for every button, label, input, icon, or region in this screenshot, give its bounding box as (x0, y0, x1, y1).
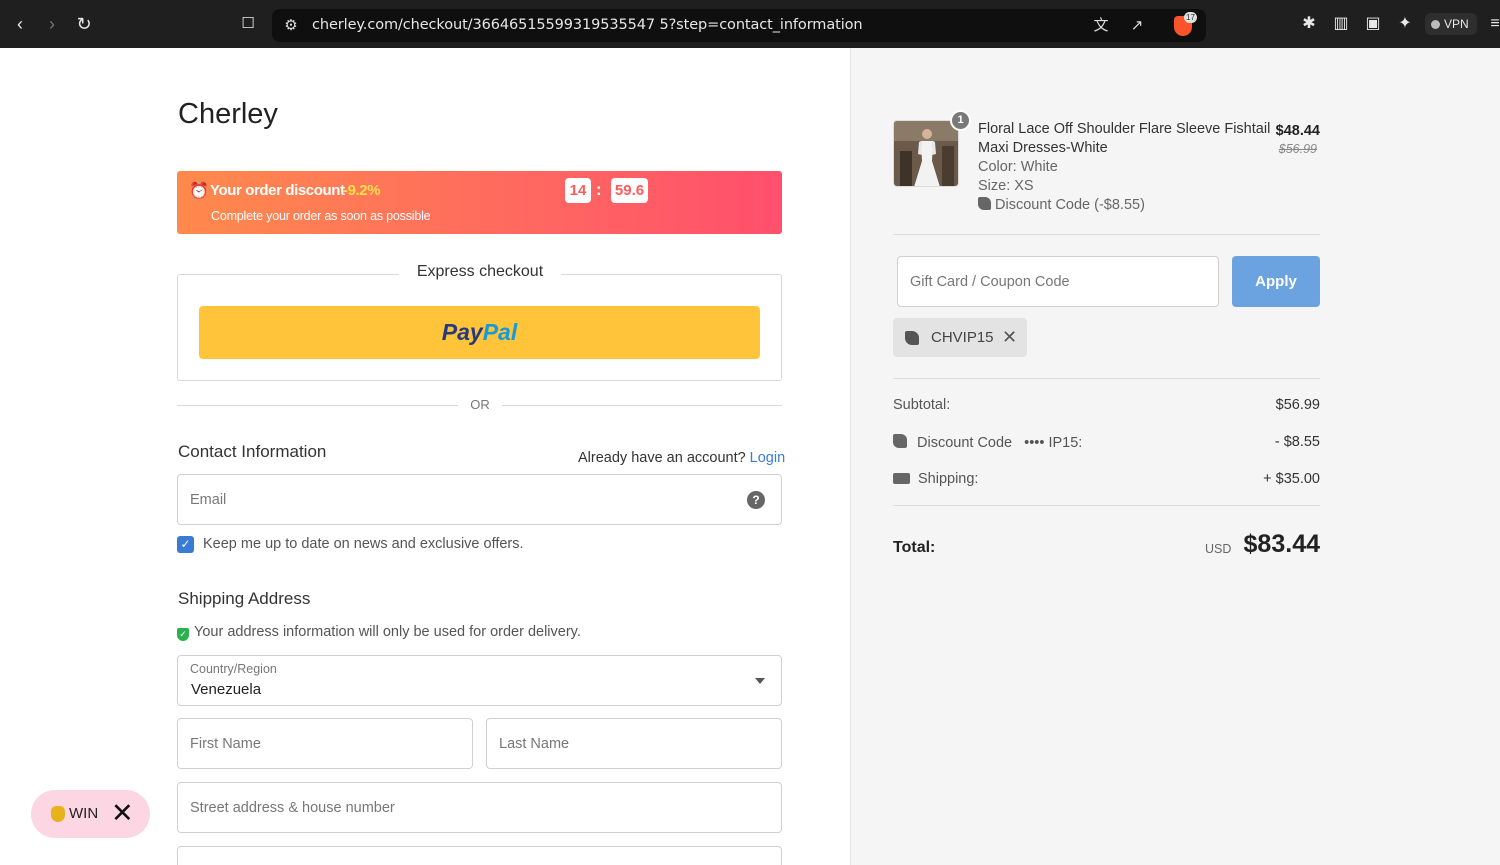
or-divider-right (502, 405, 782, 406)
shield-check-icon: ✓ (177, 628, 189, 641)
product-size: Size: XS (978, 178, 1034, 194)
menu-icon[interactable]: ≡ (1484, 13, 1500, 35)
close-icon[interactable]: ✕ (111, 799, 134, 827)
extensions-icon[interactable]: ✱ (1298, 13, 1320, 35)
translate-icon[interactable]: 文 (1090, 15, 1112, 37)
share-icon[interactable]: ↗ (1126, 15, 1148, 37)
product-name-line1: Floral Lace Off Shoulder Flare Sleeve Fi… (978, 121, 1271, 137)
coupon-code-input[interactable]: Gift Card / Coupon Code (897, 256, 1219, 307)
street-placeholder: Street address & house number (190, 800, 395, 816)
tag-icon (893, 434, 907, 448)
or-label: OR (470, 397, 490, 412)
last-name-placeholder: Last Name (499, 736, 570, 752)
discount-subtitle: Complete your order as soon as possible (211, 209, 431, 223)
discount-value: - $8.55 (1274, 434, 1320, 450)
address-bar[interactable]: ⚙ cherley.com/checkout/36646515599319535… (272, 9, 1206, 42)
money-bag-icon (51, 806, 65, 822)
country-select[interactable]: Country/Region Venezuela (177, 655, 782, 706)
applied-coupon-chip: CHVIP15 ✕ (893, 318, 1027, 357)
last-name-field[interactable]: Last Name (486, 718, 782, 769)
shipping-value: + $35.00 (1263, 471, 1320, 487)
country-label: Country/Region (190, 662, 277, 676)
shipping-row-label: Shipping: (893, 471, 978, 487)
first-name-field[interactable]: First Name (177, 718, 473, 769)
login-link[interactable]: Login (750, 450, 785, 466)
total-value: $83.44 (1243, 530, 1320, 558)
email-placeholder: Email (190, 492, 227, 508)
address-privacy-note: ✓ Your address information will only be u… (177, 624, 581, 641)
express-checkout-label: Express checkout (399, 263, 561, 281)
help-icon[interactable]: ? (747, 491, 765, 509)
subtotal-value: $56.99 (1275, 397, 1320, 413)
shields-count-badge: 17 (1184, 12, 1197, 23)
product-thumbnail (893, 120, 959, 187)
paypal-button[interactable]: PayPal (199, 306, 760, 359)
alarm-clock-icon: ⏰ (189, 183, 209, 200)
site-settings-icon[interactable]: ⚙ (280, 15, 302, 37)
timer-seconds: 59.6 (611, 178, 648, 203)
browser-toolbar: ‹ › ↻ ☐ ⚙ cherley.com/checkout/366465155… (0, 0, 1500, 48)
timer-minutes: 14 (565, 178, 591, 203)
tag-icon (905, 331, 919, 345)
reload-icon[interactable]: ↻ (72, 12, 96, 36)
url-text: cherley.com/checkout/3664651559931953554… (312, 17, 863, 33)
summary-divider (893, 234, 1320, 235)
or-divider-left (177, 405, 458, 406)
total-label: Total: (893, 539, 936, 556)
newsletter-checkbox[interactable]: ✓ (177, 536, 194, 553)
timer-separator: : (596, 180, 602, 199)
wallet-icon[interactable]: ▣ (1362, 13, 1384, 35)
product-price: $48.44 (1275, 123, 1320, 139)
win-promo-badge[interactable]: WIN ✕ (31, 790, 150, 838)
shipping-title: Shipping Address (178, 589, 311, 608)
first-name-placeholder: First Name (190, 736, 261, 752)
back-icon[interactable]: ‹ (8, 12, 32, 36)
applied-coupon-code: CHVIP15 (931, 329, 994, 346)
country-value: Venezuela (191, 681, 262, 698)
subtotal-label: Subtotal: (893, 397, 951, 413)
vpn-status-icon (1431, 20, 1440, 29)
remove-coupon-icon[interactable]: ✕ (1002, 327, 1017, 348)
sidebar-icon[interactable]: ▥ (1330, 13, 1352, 35)
truck-icon (893, 473, 910, 484)
chevron-down-icon (755, 678, 765, 684)
address-line2-field[interactable] (177, 846, 782, 865)
email-field[interactable]: Email ? (177, 474, 782, 525)
discount-code-masked: •••• IP15: (1024, 435, 1083, 451)
forward-icon[interactable]: › (40, 12, 64, 36)
leo-ai-icon[interactable]: ✦ (1394, 13, 1416, 35)
summary-divider (893, 505, 1320, 506)
bookmark-icon[interactable]: ☐ (236, 12, 260, 36)
paypal-logo-part2: Pal (482, 319, 518, 345)
win-label: WIN (69, 805, 99, 822)
product-name-line2: Maxi Dresses-White (978, 140, 1108, 156)
brand-logo[interactable]: Cherley (178, 98, 278, 131)
tag-icon (978, 197, 991, 210)
contact-title: Contact Information (178, 442, 327, 461)
street-address-field[interactable]: Street address & house number (177, 782, 782, 833)
discount-row-label: Discount Code •••• IP15: (893, 434, 1082, 451)
coupon-placeholder: Gift Card / Coupon Code (910, 274, 1070, 290)
product-original-price: $56.99 (1278, 142, 1317, 156)
summary-divider (893, 378, 1320, 379)
discount-title: Your order discount (210, 182, 345, 199)
account-prompt: Already have an account? Login (578, 450, 786, 466)
discount-percent: -9.2% (343, 182, 381, 199)
quantity-badge: 1 (950, 110, 971, 131)
product-discount: Discount Code (-$8.55) (978, 197, 1145, 213)
total-currency: USD (1205, 542, 1232, 556)
apply-button[interactable]: Apply (1232, 256, 1320, 307)
product-color: Color: White (978, 159, 1058, 175)
paypal-logo-part1: Pay (441, 319, 483, 345)
dress-image (894, 121, 958, 186)
newsletter-label[interactable]: Keep me up to date on news and exclusive… (203, 536, 524, 552)
discount-banner: ⏰ Your order discount -9.2% 14 : 59.6 Co… (177, 171, 782, 234)
vpn-button[interactable]: VPN (1425, 13, 1477, 35)
